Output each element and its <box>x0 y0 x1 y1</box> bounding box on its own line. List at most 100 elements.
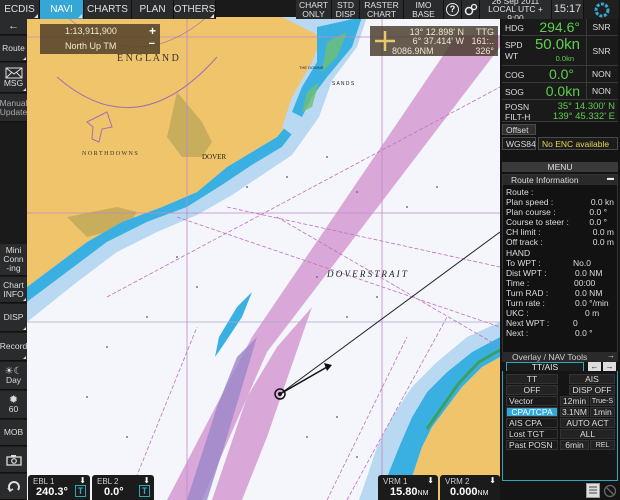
zoom-in-button[interactable]: + <box>149 24 156 38</box>
alert-settings-button[interactable] <box>462 0 480 19</box>
chart-only-button[interactable]: CHART ONLY <box>296 0 332 19</box>
chart-info-button[interactable]: Chart INFO <box>0 277 27 303</box>
button-label: CHART <box>366 8 397 19</box>
wt-value: 0.0kn <box>555 54 574 63</box>
vrm1-box[interactable]: VRM 1 ⬇ 15.80NM <box>378 475 438 500</box>
vector-time[interactable]: 12min <box>560 396 589 406</box>
ebl2-dropdown-icon[interactable]: ⬇ <box>143 476 150 485</box>
gears-icon <box>464 3 477 15</box>
help-button[interactable]: ? <box>444 0 462 19</box>
tab-charts[interactable]: CHARTS <box>84 0 132 19</box>
turn-rad-value: 0.0 NM <box>575 288 603 298</box>
disp-button[interactable]: DISP <box>0 304 27 332</box>
expand-icon[interactable]: → <box>607 351 615 360</box>
screenshot-button[interactable] <box>0 447 27 473</box>
sog-source[interactable]: NON <box>586 83 616 100</box>
msg-button[interactable]: MSG <box>0 63 27 93</box>
spd-row: SPD WT 50.0kn 0.0kn SNR <box>502 36 618 66</box>
past-posn-label: Past POSN <box>506 440 558 450</box>
turn-rate-value: 0.0 °/min <box>575 298 609 308</box>
hdg-source[interactable]: SNR <box>586 19 616 36</box>
next-value: 0.0 ° <box>575 328 593 338</box>
collapse-icon[interactable]: ▬ <box>607 175 614 182</box>
back-button[interactable]: ← <box>0 19 27 35</box>
button-label: DISP <box>335 8 356 19</box>
brightness-button[interactable]: ✹ 60 <box>0 391 27 419</box>
list-view-button[interactable] <box>586 483 600 498</box>
tab-label: CHARTS <box>87 4 128 15</box>
button-label: Update <box>0 106 28 117</box>
chart-orientation[interactable]: North Up TM <box>65 41 116 51</box>
own-ship-center <box>278 392 282 396</box>
camera-icon <box>5 454 22 466</box>
plan-speed-label: Plan speed : <box>506 197 554 207</box>
label-england: E N G L A N D <box>117 53 179 64</box>
button-label: Route <box>2 43 25 53</box>
route-button[interactable]: Route <box>0 36 27 62</box>
vrm1-dropdown-icon[interactable]: ⬇ <box>427 476 434 485</box>
menu-button[interactable]: MENU <box>502 162 618 172</box>
cpa-value[interactable]: 3.1NM <box>560 407 589 417</box>
overlay-nav-tools-header[interactable]: Overlay / NAV Tools → <box>502 351 618 362</box>
ch-limit-label: CH limit : <box>506 227 541 237</box>
spd-source[interactable]: SNR <box>586 36 616 66</box>
nautical-chart[interactable]: E N G L A N D N O R T H D O W N S DOVER … <box>27 17 500 500</box>
day-night-button[interactable]: ☀☾ Day <box>0 362 27 390</box>
plan-speed-value: 0.0 kn <box>590 197 614 207</box>
std-disp-button[interactable]: STD DISP <box>332 0 360 19</box>
tab-ecdis[interactable]: ECDIS <box>0 0 40 19</box>
mob-button[interactable]: MOB <box>0 420 27 446</box>
date-time-display[interactable]: 26 Sep 2011 LOCAL UTC + 9:00 <box>480 0 552 22</box>
tab-label: NAVI <box>50 4 73 15</box>
tab-plan[interactable]: PLAN <box>132 0 174 19</box>
spd-label: SPD <box>505 40 523 50</box>
lost-tgt-value[interactable]: ALL <box>560 429 615 439</box>
cog-source[interactable]: NON <box>586 66 616 83</box>
undo-button[interactable] <box>0 474 27 500</box>
past-posn-time[interactable]: 6min <box>560 440 589 450</box>
hdg-row: HDG 294.6° SNR <box>502 19 618 36</box>
route-info-header[interactable]: Route Information ▬ <box>503 175 617 185</box>
vector-mode[interactable]: True-S <box>590 396 615 406</box>
vrm2-dropdown-icon[interactable]: ⬇ <box>489 476 496 485</box>
ebl1-dropdown-icon[interactable]: ⬇ <box>79 476 86 485</box>
manual-update-button[interactable]: Manual Update <box>0 94 27 122</box>
disable-button[interactable] <box>603 484 617 498</box>
time-label: Time : <box>506 278 530 288</box>
ebl1-box[interactable]: EBL 1 ⬇ 240.3° T <box>28 475 90 500</box>
ebl2-box[interactable]: EBL 2 ⬇ 0.0° T <box>92 475 154 500</box>
past-posn-mode[interactable]: REL <box>590 440 615 450</box>
ais-toggle[interactable]: DISP OFF <box>569 385 615 395</box>
ebl1-true-toggle[interactable]: T <box>75 485 86 497</box>
status-indicator <box>584 0 620 19</box>
datum-label: WGS84 <box>502 137 536 150</box>
ais-header: AIS <box>569 374 615 384</box>
course-to-steer-label: Course to steer : <box>506 217 569 227</box>
right-panel: HDG 294.6° SNR SPD WT 50.0kn 0.0kn SNR C… <box>500 19 620 500</box>
label-dover: DOVER <box>202 153 226 161</box>
cpa-tcpa-button[interactable]: CPA/TCPA <box>506 407 558 417</box>
cursor-lon: 6° 37.414' W <box>412 36 464 46</box>
mini-conning-button[interactable]: Mini Conn -ing <box>0 244 27 276</box>
offset-button[interactable]: Offset <box>502 124 536 135</box>
zoom-out-button[interactable]: − <box>149 38 155 50</box>
chart-canvas[interactable]: E N G L A N D N O R T H D O W N S DOVER … <box>27 17 500 500</box>
ais-cpa-value[interactable]: AUTO ACT ALL <box>560 418 615 437</box>
tcpa-value[interactable]: 1min <box>590 407 615 417</box>
off-track-label: Off track : <box>506 237 543 247</box>
raster-chart-button[interactable]: RASTER CHART <box>360 0 404 19</box>
vrm2-box[interactable]: VRM 2 ⬇ 0.000NM <box>440 475 500 500</box>
imo-base-button[interactable]: IMO BASE <box>404 0 444 19</box>
label-dover-strait: D O V E R S T R A I T <box>326 269 408 279</box>
filt-label: FILT-H <box>505 112 531 122</box>
ebl2-true-toggle[interactable]: T <box>139 485 150 497</box>
cog-label: COG <box>505 70 525 80</box>
scale-orientation-box: 1:13,911,900 North Up TM + − <box>40 24 160 54</box>
tt-toggle[interactable]: OFF <box>506 385 558 395</box>
wt-label: WT <box>505 51 519 61</box>
tab-others[interactable]: OTHERS <box>174 0 216 19</box>
ais-cpa-label: AIS CPA <box>506 418 558 428</box>
tab-navi[interactable]: NAVI <box>40 0 84 19</box>
record-button[interactable]: Record <box>0 333 27 361</box>
vrm2-label: VRM 2 <box>445 477 470 486</box>
